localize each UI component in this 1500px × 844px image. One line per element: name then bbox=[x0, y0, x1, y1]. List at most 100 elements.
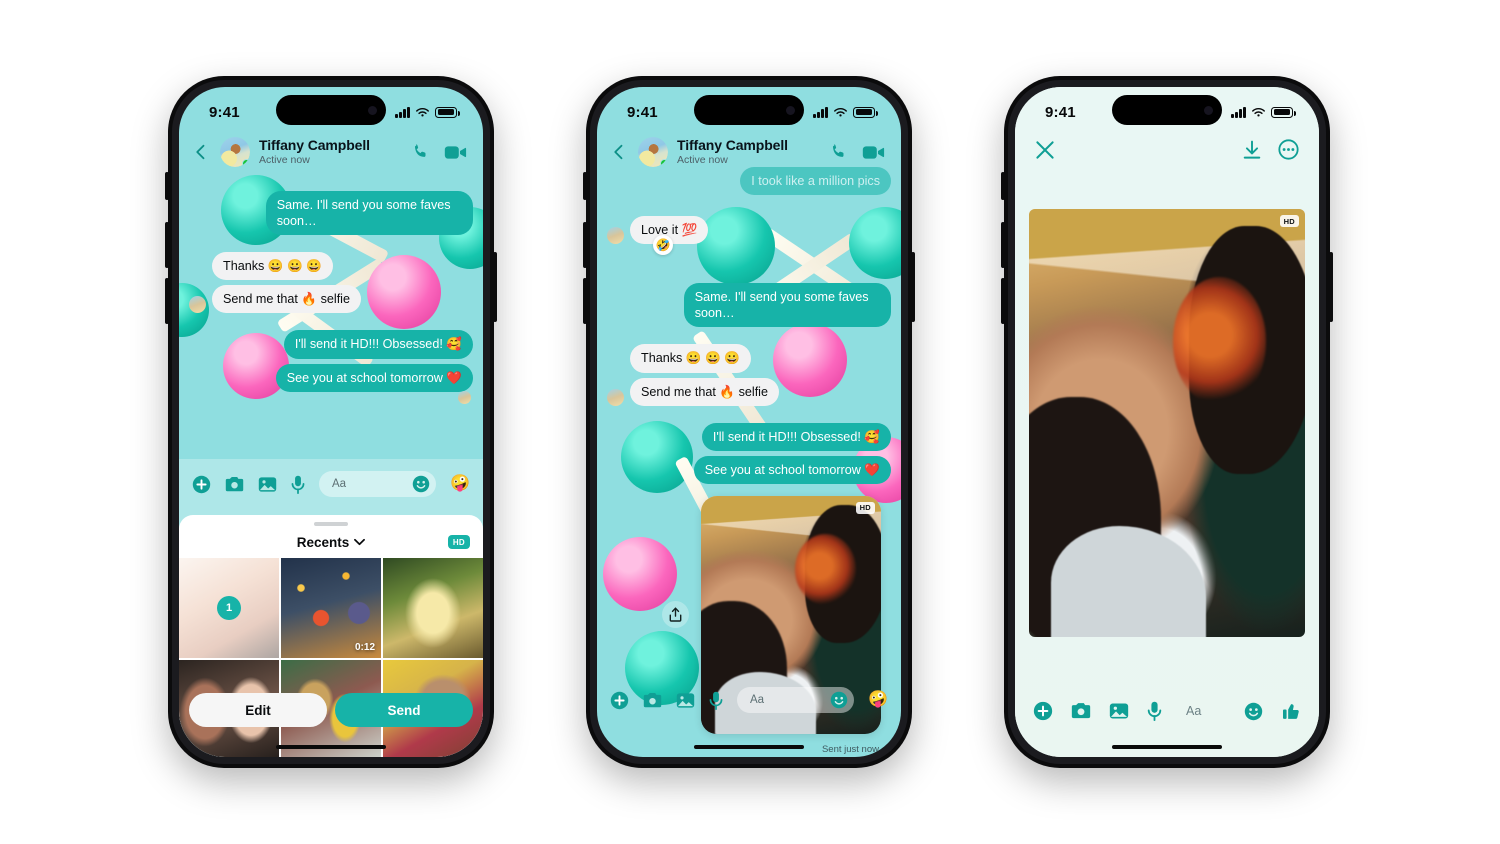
plus-circle-icon[interactable] bbox=[610, 691, 629, 710]
mute-switch[interactable] bbox=[1001, 172, 1005, 200]
photo-gallery-icon[interactable] bbox=[258, 476, 277, 493]
plus-circle-icon[interactable] bbox=[192, 475, 211, 494]
photo-tile[interactable]: 0:12 bbox=[281, 558, 381, 658]
album-selector[interactable]: Recents bbox=[297, 535, 366, 550]
message-row[interactable]: Love it 💯 🤣 bbox=[607, 216, 891, 256]
message-input-3[interactable]: Aa bbox=[1180, 704, 1226, 718]
contact-avatar[interactable] bbox=[220, 137, 250, 167]
sender-avatar[interactable] bbox=[189, 296, 206, 314]
message-input-1[interactable]: Aa bbox=[319, 471, 437, 497]
send-button[interactable]: Send bbox=[335, 693, 473, 727]
volume-up-button[interactable] bbox=[165, 222, 169, 268]
message-row[interactable]: I'll send it HD!!! Obsessed! 🥰 bbox=[189, 330, 473, 359]
chat-header-2: Tiffany Campbell Active now bbox=[597, 133, 901, 176]
message-row[interactable]: Send me that 🔥 selfie bbox=[607, 377, 891, 406]
status-time: 9:41 bbox=[209, 103, 240, 121]
camera-icon[interactable] bbox=[225, 476, 244, 493]
camera-icon[interactable] bbox=[1071, 702, 1091, 720]
message-bubble-outgoing[interactable]: Same. I'll send you some faves soon… bbox=[265, 191, 473, 236]
edit-button[interactable]: Edit bbox=[189, 693, 327, 727]
close-x-icon[interactable] bbox=[1035, 140, 1055, 160]
message-row[interactable]: Same. I'll send you some faves soon… bbox=[607, 283, 891, 328]
message-reaction[interactable]: 🤣 bbox=[653, 235, 673, 256]
phone-call-icon[interactable] bbox=[829, 143, 848, 162]
share-upload-icon[interactable] bbox=[662, 601, 689, 629]
message-bubble-incoming[interactable]: Thanks 😀 😀 😀 bbox=[630, 344, 751, 373]
battery-icon bbox=[435, 106, 460, 118]
download-arrow-icon[interactable] bbox=[1242, 140, 1262, 160]
mute-switch[interactable] bbox=[583, 172, 587, 200]
home-indicator-2[interactable] bbox=[694, 744, 804, 749]
message-row[interactable]: Thanks 😀 😀 😀 bbox=[189, 252, 473, 281]
photo-tile[interactable]: 1 bbox=[179, 558, 279, 658]
sender-avatar[interactable] bbox=[607, 388, 624, 406]
chevron-left-icon[interactable] bbox=[191, 142, 211, 162]
volume-down-button[interactable] bbox=[583, 278, 587, 324]
message-bubble-incoming[interactable]: Send me that 🔥 selfie bbox=[212, 285, 361, 314]
composer-1[interactable]: Aa 🤪 bbox=[179, 471, 483, 497]
message-row[interactable]: See you at school tomorrow ❤️ bbox=[607, 455, 891, 484]
power-button[interactable] bbox=[493, 252, 497, 322]
sender-avatar[interactable] bbox=[607, 227, 624, 245]
home-indicator-3[interactable] bbox=[1112, 744, 1222, 749]
message-row[interactable]: Same. I'll send you some faves soon… bbox=[189, 191, 473, 236]
message-bubble-incoming[interactable]: Send me that 🔥 selfie bbox=[630, 377, 779, 406]
emoji-sticker-icon[interactable]: 🤪 bbox=[450, 476, 470, 492]
video-duration: 0:12 bbox=[354, 642, 375, 653]
photo-tile[interactable] bbox=[383, 558, 483, 658]
power-button[interactable] bbox=[911, 252, 915, 322]
contact-avatar[interactable] bbox=[638, 137, 668, 167]
smiley-face-icon[interactable] bbox=[412, 475, 430, 493]
message-bubble-outgoing[interactable]: See you at school tomorrow ❤️ bbox=[275, 363, 473, 392]
composer-3[interactable]: Aa bbox=[1015, 701, 1319, 721]
home-indicator-1[interactable] bbox=[276, 744, 386, 749]
message-bubble-incoming[interactable]: Thanks 😀 😀 😀 bbox=[212, 252, 333, 281]
chevron-left-icon[interactable] bbox=[609, 142, 629, 162]
contact-status: Active now bbox=[259, 153, 310, 166]
power-button[interactable] bbox=[1329, 252, 1333, 322]
message-input-2[interactable]: Aa bbox=[737, 687, 855, 713]
more-options-icon[interactable] bbox=[1278, 139, 1299, 160]
message-row[interactable]: I'll send it HD!!! Obsessed! 🥰 bbox=[607, 422, 891, 451]
mute-switch[interactable] bbox=[165, 172, 169, 200]
wifi-icon bbox=[416, 107, 429, 117]
contact-name: Tiffany Campbell bbox=[259, 136, 370, 153]
volume-up-button[interactable] bbox=[583, 222, 587, 268]
message-thread-2[interactable]: I took like a million pics Love it 💯 🤣 S… bbox=[597, 87, 901, 757]
status-time: 9:41 bbox=[1045, 103, 1076, 121]
message-row[interactable]: See you at school tomorrow ❤️ bbox=[189, 363, 473, 404]
camera-icon[interactable] bbox=[643, 692, 662, 709]
fullscreen-photo[interactable]: HD bbox=[1029, 209, 1305, 637]
plus-circle-icon[interactable] bbox=[1033, 701, 1053, 721]
message-bubble-outgoing[interactable]: Same. I'll send you some faves soon… bbox=[683, 283, 891, 328]
photo-thumbnail bbox=[383, 558, 483, 658]
smiley-face-icon[interactable] bbox=[830, 691, 848, 709]
message-bubble-outgoing[interactable]: I'll send it HD!!! Obsessed! 🥰 bbox=[701, 422, 891, 451]
chevron-down-icon[interactable] bbox=[354, 538, 366, 546]
video-camera-icon[interactable] bbox=[444, 143, 467, 162]
volume-down-button[interactable] bbox=[1001, 278, 1005, 324]
composer-2[interactable]: Aa 🤪 bbox=[597, 687, 901, 713]
volume-down-button[interactable] bbox=[165, 278, 169, 324]
hd-toggle-badge[interactable]: HD bbox=[447, 535, 470, 549]
message-row[interactable]: Thanks 😀 😀 😀 bbox=[607, 344, 891, 373]
thumbs-up-icon[interactable] bbox=[1281, 701, 1301, 721]
message-row[interactable]: Send me that 🔥 selfie bbox=[189, 285, 473, 314]
phone-call-icon[interactable] bbox=[411, 143, 430, 162]
volume-up-button[interactable] bbox=[1001, 222, 1005, 268]
microphone-icon[interactable] bbox=[709, 691, 723, 710]
battery-icon bbox=[853, 106, 878, 118]
microphone-icon[interactable] bbox=[291, 475, 305, 494]
photo-grid[interactable]: 1 0:12 bbox=[179, 558, 483, 757]
message-bubble-outgoing[interactable]: See you at school tomorrow ❤️ bbox=[693, 455, 891, 484]
emoji-sticker-icon[interactable]: 🤪 bbox=[868, 692, 888, 708]
message-bubble-outgoing[interactable]: I'll send it HD!!! Obsessed! 🥰 bbox=[283, 330, 473, 359]
front-camera-lens bbox=[786, 105, 795, 115]
photo-gallery-icon[interactable] bbox=[1109, 702, 1129, 720]
phone-3-screen: 9:41 HD Aa bbox=[1015, 87, 1319, 757]
photo-gallery-icon[interactable] bbox=[676, 692, 695, 709]
smiley-face-icon[interactable] bbox=[1244, 702, 1263, 721]
photo-picker-sheet[interactable]: Recents HD 1 0:12 Edit Send bbox=[179, 515, 483, 757]
video-camera-icon[interactable] bbox=[862, 143, 885, 162]
microphone-icon[interactable] bbox=[1147, 701, 1162, 721]
